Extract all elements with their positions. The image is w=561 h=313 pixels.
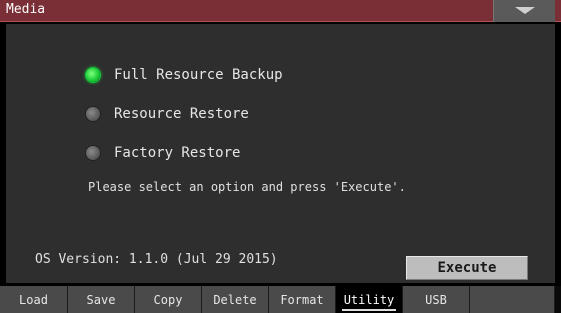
option-resource-restore[interactable]: Resource Restore [86,103,249,125]
tab-save[interactable]: Save [68,286,135,313]
tab-utility[interactable]: Utility [336,286,403,313]
tab-bar: Load Save Copy Delete Format Utility USB [0,286,561,313]
option-factory-restore[interactable]: Factory Restore [86,142,240,164]
page-title: Media [6,2,46,17]
radio-selected-icon [86,68,100,82]
title-bar: Media [0,0,561,22]
utility-panel: Full Resource Backup Resource Restore Fa… [6,24,555,283]
radio-unselected-icon [86,107,100,121]
option-label: Full Resource Backup [114,67,283,83]
triangle-down-icon [515,7,535,14]
option-label: Resource Restore [114,106,249,122]
tab-format[interactable]: Format [269,286,336,313]
os-version: OS Version: 1.1.0 (Jul 29 2015) [35,252,278,267]
option-label: Factory Restore [114,145,241,161]
tab-delete[interactable]: Delete [202,286,269,313]
tab-usb[interactable]: USB [403,286,470,313]
tab-copy[interactable]: Copy [135,286,202,313]
radio-unselected-icon [86,146,100,160]
option-full-resource-backup[interactable]: Full Resource Backup [86,64,283,86]
tab-load[interactable]: Load [0,286,68,313]
page-menu-button[interactable] [493,0,555,22]
instruction-text: Please select an option and press 'Execu… [88,180,406,194]
execute-button[interactable]: Execute [406,256,528,280]
tab-empty [470,286,555,313]
